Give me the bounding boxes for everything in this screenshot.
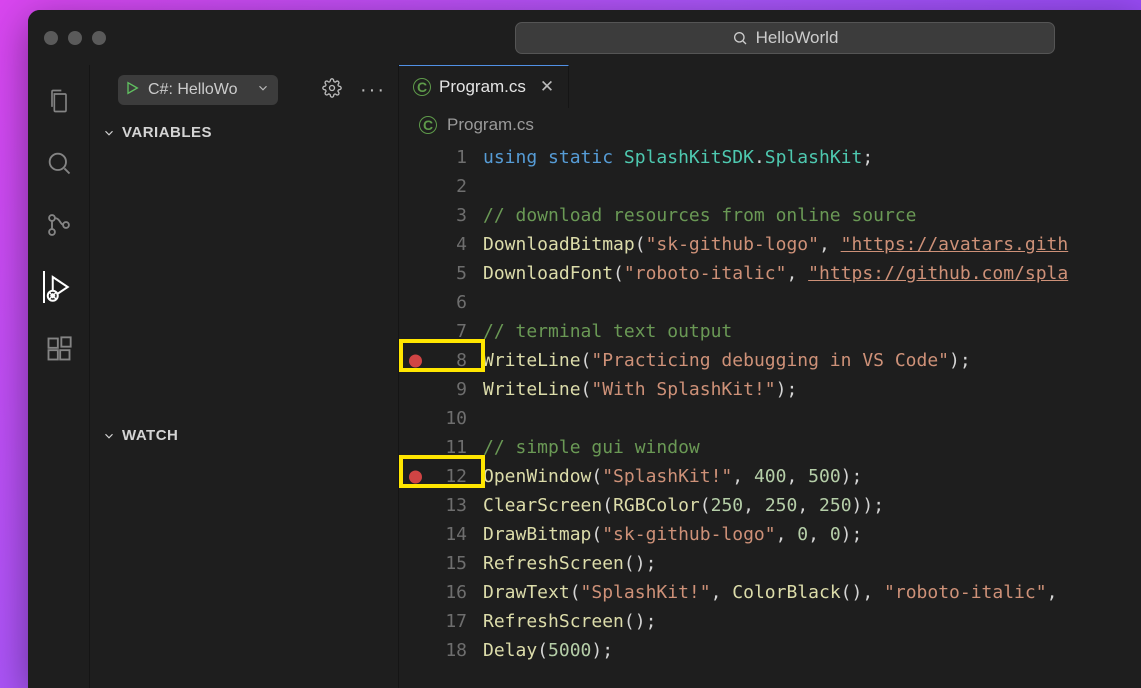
code-line[interactable]: DownloadFont("roboto-italic", "https://g… xyxy=(483,259,1141,288)
csharp-file-icon: C xyxy=(419,116,437,134)
debug-config-selector[interactable]: C#: HelloWo xyxy=(118,75,278,105)
extensions-icon[interactable] xyxy=(43,333,75,365)
minimize-window-dot[interactable] xyxy=(68,31,82,45)
line-number[interactable]: 10 xyxy=(399,404,467,433)
code-line[interactable]: ClearScreen(RGBColor(250, 250, 250)); xyxy=(483,491,1141,520)
chevron-down-icon[interactable] xyxy=(256,81,270,100)
line-number[interactable]: 8 xyxy=(399,346,467,375)
code-line[interactable]: // simple gui window xyxy=(483,433,1141,462)
debug-toolbar: C#: HelloWo ··· xyxy=(90,65,398,116)
window-controls xyxy=(44,31,106,45)
run-debug-icon[interactable] xyxy=(43,271,75,303)
chevron-down-icon xyxy=(102,126,116,140)
code-line[interactable]: using static SplashKitSDK.SplashKit; xyxy=(483,143,1141,172)
code-line[interactable]: DrawBitmap("sk-github-logo", 0, 0); xyxy=(483,520,1141,549)
line-number[interactable]: 1 xyxy=(399,143,467,172)
command-center-search[interactable]: HelloWorld xyxy=(515,22,1055,54)
code-line[interactable]: DownloadBitmap("sk-github-logo", "https:… xyxy=(483,230,1141,259)
breadcrumb[interactable]: C Program.cs xyxy=(399,109,1141,143)
variables-section-header[interactable]: VARIABLES xyxy=(90,116,398,149)
code-line[interactable]: Delay(5000); xyxy=(483,636,1141,665)
code-editor[interactable]: 123456789101112131415161718 using static… xyxy=(399,143,1141,688)
line-number[interactable]: 6 xyxy=(399,288,467,317)
start-debug-icon[interactable] xyxy=(124,80,140,101)
line-number[interactable]: 5 xyxy=(399,259,467,288)
line-number[interactable]: 17 xyxy=(399,607,467,636)
editor-group: C Program.cs ✕ C Program.cs 123456789101… xyxy=(398,65,1141,688)
more-icon[interactable]: ··· xyxy=(360,79,386,102)
line-number-gutter[interactable]: 123456789101112131415161718 xyxy=(399,143,483,688)
code-line[interactable]: RefreshScreen(); xyxy=(483,607,1141,636)
line-number[interactable]: 12 xyxy=(399,462,467,491)
code-line[interactable]: // download resources from online source xyxy=(483,201,1141,230)
tab-program-cs[interactable]: C Program.cs ✕ xyxy=(399,65,569,108)
variables-label: VARIABLES xyxy=(122,124,212,141)
tab-label: Program.cs xyxy=(439,77,526,97)
watch-section-header[interactable]: WATCH xyxy=(90,419,398,452)
code-line[interactable] xyxy=(483,172,1141,201)
search-icon xyxy=(732,30,748,46)
line-number[interactable]: 4 xyxy=(399,230,467,259)
debug-sidebar: C#: HelloWo ··· VARIABLES xyxy=(90,65,398,688)
line-number[interactable]: 14 xyxy=(399,520,467,549)
code-line[interactable] xyxy=(483,404,1141,433)
explorer-icon[interactable] xyxy=(43,85,75,117)
zoom-window-dot[interactable] xyxy=(92,31,106,45)
nav-arrows xyxy=(457,29,485,47)
line-number[interactable]: 3 xyxy=(399,201,467,230)
code-line[interactable]: // terminal text output xyxy=(483,317,1141,346)
line-number[interactable]: 2 xyxy=(399,172,467,201)
activity-bar xyxy=(28,65,90,688)
csharp-file-icon: C xyxy=(413,78,431,96)
code-line[interactable]: OpenWindow("SplashKit!", 400, 500); xyxy=(483,462,1141,491)
close-tab-icon[interactable]: ✕ xyxy=(540,77,554,97)
code-line[interactable]: DrawText("SplashKit!", ColorBlack(), "ro… xyxy=(483,578,1141,607)
line-number[interactable]: 11 xyxy=(399,433,467,462)
code-line[interactable]: RefreshScreen(); xyxy=(483,549,1141,578)
source-control-icon[interactable] xyxy=(43,209,75,241)
chevron-down-icon xyxy=(102,429,116,443)
code-line[interactable]: WriteLine("With SplashKit!"); xyxy=(483,375,1141,404)
line-number[interactable]: 18 xyxy=(399,636,467,665)
editor-tabs: C Program.cs ✕ xyxy=(399,65,1141,109)
line-number[interactable]: 9 xyxy=(399,375,467,404)
code-line[interactable]: WriteLine("Practicing debugging in VS Co… xyxy=(483,346,1141,375)
line-number[interactable]: 7 xyxy=(399,317,467,346)
variables-body xyxy=(90,149,398,419)
vscode-window: HelloWorld xyxy=(28,10,1141,688)
close-window-dot[interactable] xyxy=(44,31,58,45)
search-text: HelloWorld xyxy=(756,28,839,48)
gear-icon[interactable] xyxy=(322,78,342,102)
search-activity-icon[interactable] xyxy=(43,147,75,179)
code-line[interactable] xyxy=(483,288,1141,317)
debug-config-label: C#: HelloWo xyxy=(148,81,238,99)
line-number[interactable]: 16 xyxy=(399,578,467,607)
line-number[interactable]: 13 xyxy=(399,491,467,520)
line-number[interactable]: 15 xyxy=(399,549,467,578)
watch-label: WATCH xyxy=(122,427,178,444)
titlebar: HelloWorld xyxy=(28,10,1141,65)
code-content[interactable]: using static SplashKitSDK.SplashKit; // … xyxy=(483,143,1141,688)
breadcrumb-label: Program.cs xyxy=(447,115,534,135)
